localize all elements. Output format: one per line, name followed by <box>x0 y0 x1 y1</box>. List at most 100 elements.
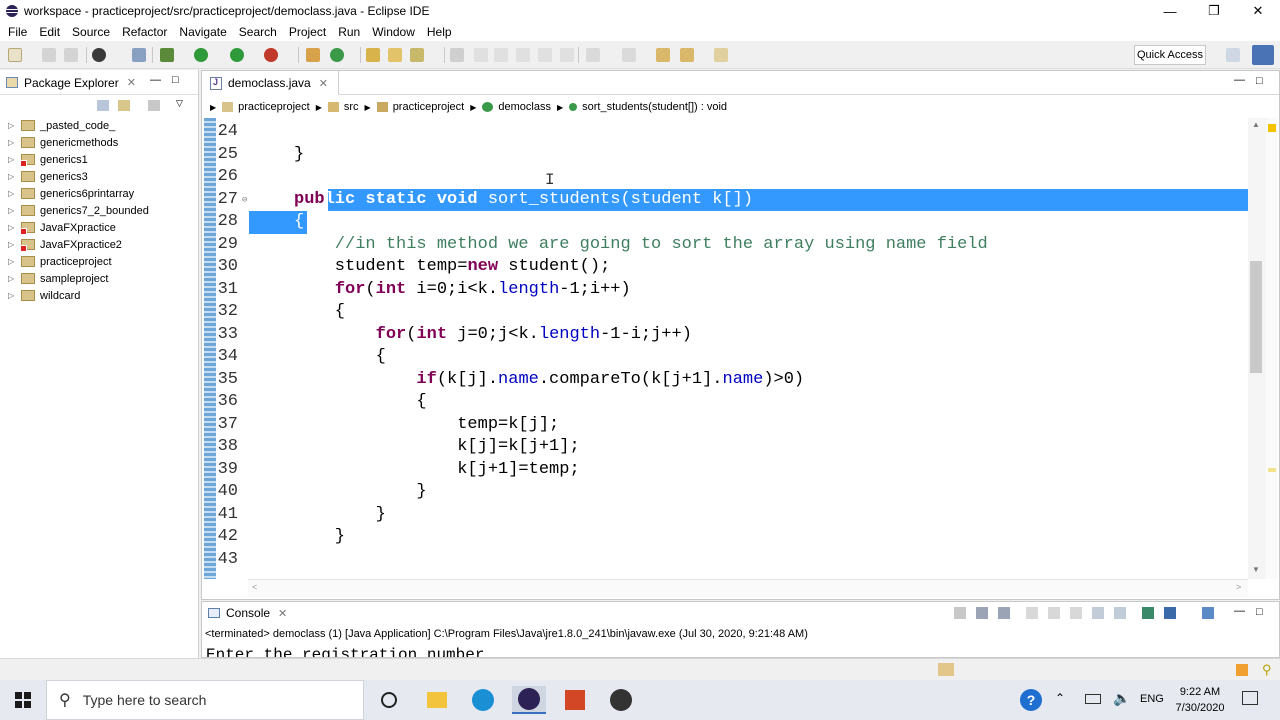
taskbar-search[interactable]: ⚲ Type here to search <box>46 680 364 720</box>
menu-file[interactable]: File <box>2 25 33 39</box>
focus-task-icon[interactable] <box>148 100 160 111</box>
tree-item[interactable]: ▷ genericmethods <box>8 134 118 151</box>
expand-arrow-icon[interactable]: ▷ <box>8 274 16 283</box>
menu-source[interactable]: Source <box>66 25 116 39</box>
remove-launch-icon[interactable] <box>976 607 988 619</box>
breadcrumb-item[interactable]: practiceproject <box>222 101 310 113</box>
remove-all-icon[interactable] <box>998 607 1010 619</box>
search-icon[interactable] <box>410 48 424 62</box>
tree-item[interactable]: ▷ practiceproject <box>8 253 112 270</box>
edge-button[interactable] <box>466 686 500 714</box>
editor-tab-democlass[interactable]: democlass.java ✕ <box>202 71 339 95</box>
expand-arrow-icon[interactable]: ▷ <box>8 223 16 232</box>
open-type-icon[interactable] <box>366 48 380 62</box>
block-selection-icon[interactable] <box>538 48 552 62</box>
language-indicator[interactable]: ENG <box>1140 693 1164 705</box>
save-all-icon[interactable] <box>64 48 78 62</box>
collapse-all-icon[interactable] <box>97 100 109 111</box>
horizontal-scrollbar[interactable]: < > <box>248 579 1248 597</box>
pilcrow-icon[interactable] <box>560 48 574 62</box>
open-perspective-icon[interactable] <box>1226 48 1240 62</box>
save-icon[interactable] <box>42 48 56 62</box>
clock[interactable]: 9:22 AM 7/30/2020 <box>1168 684 1232 716</box>
eclipse-taskbar-button[interactable] <box>512 686 546 714</box>
back-icon[interactable] <box>680 48 694 62</box>
tree-item[interactable]: ▷ sampleproject <box>8 270 108 287</box>
menu-search[interactable]: Search <box>233 25 283 39</box>
minimize-editor-icon[interactable]: — <box>1234 74 1245 86</box>
help-icon[interactable]: ? <box>1020 689 1042 711</box>
obs-button[interactable] <box>604 686 638 714</box>
java-perspective-icon[interactable] <box>1252 45 1274 65</box>
skip-breakpoints-icon[interactable] <box>132 48 146 62</box>
new-class-icon[interactable] <box>330 48 344 62</box>
maximize-console-icon[interactable]: □ <box>1256 606 1263 618</box>
menu-edit[interactable]: Edit <box>33 25 66 39</box>
breadcrumb-item[interactable]: src <box>327 101 359 113</box>
scroll-left-icon[interactable]: < <box>252 582 257 592</box>
expand-arrow-icon[interactable]: ▷ <box>8 206 16 215</box>
network-icon[interactable] <box>1085 694 1101 704</box>
volume-icon[interactable]: 🔈 <box>1113 690 1130 707</box>
notifications-icon[interactable] <box>1242 691 1258 705</box>
close-icon[interactable]: ✕ <box>319 77 328 90</box>
new-icon[interactable] <box>8 48 22 62</box>
expand-arrow-icon[interactable]: ▷ <box>8 172 16 181</box>
code-area[interactable]: 24 25} 26 27 ⊖ public static void sort_stu… <box>216 121 1248 579</box>
warning-marker-icon[interactable] <box>1268 124 1276 132</box>
tree-item[interactable]: ▷ generics1 <box>8 151 88 168</box>
forward-icon[interactable] <box>714 48 728 62</box>
clear-console-icon[interactable] <box>1026 607 1038 619</box>
scroll-right-icon[interactable]: > <box>1236 582 1241 592</box>
expand-arrow-icon[interactable]: ▷ <box>8 240 16 249</box>
prev-annotation-icon[interactable] <box>622 48 636 62</box>
expand-arrow-icon[interactable]: ▷ <box>8 121 16 130</box>
tip-icon[interactable]: ⚲ <box>1262 662 1272 678</box>
view-menu-icon[interactable]: ▽ <box>176 98 183 109</box>
maximize-view-icon[interactable]: □ <box>172 74 179 86</box>
tree-item[interactable]: ▷ generics7_2_bounded <box>8 202 149 219</box>
scroll-lock-icon[interactable] <box>1048 607 1060 619</box>
pin-console-icon[interactable] <box>1142 607 1154 619</box>
close-icon[interactable]: ✕ <box>278 607 287 620</box>
next-annotation-icon[interactable] <box>586 48 600 62</box>
link-with-editor-icon[interactable] <box>118 100 130 111</box>
toggle-block-icon[interactable] <box>494 48 508 62</box>
minimize-view-icon[interactable]: — <box>150 74 161 86</box>
debug-config-icon[interactable] <box>92 48 106 62</box>
tree-item[interactable]: ▷ JavaFXpractice <box>8 219 116 236</box>
run-icon[interactable] <box>194 48 208 62</box>
last-edit-icon[interactable] <box>656 48 670 62</box>
expand-arrow-icon[interactable]: ▷ <box>8 189 16 198</box>
scroll-down-icon[interactable]: ▼ <box>1252 565 1260 574</box>
expand-arrow-icon[interactable]: ▷ <box>8 138 16 147</box>
minimize-button[interactable]: — <box>1148 0 1192 22</box>
fold-minus-icon[interactable]: ⊖ <box>242 189 247 212</box>
progress-icon[interactable] <box>938 663 954 676</box>
menu-window[interactable]: Window <box>366 25 421 39</box>
powerpoint-button[interactable] <box>558 686 592 714</box>
close-icon[interactable]: ✕ <box>127 76 136 89</box>
toggle-mark-icon[interactable] <box>474 48 488 62</box>
quick-access-input[interactable]: Quick Access <box>1134 45 1206 65</box>
open-console-icon[interactable] <box>1202 607 1214 619</box>
new-java-project-icon[interactable] <box>306 48 320 62</box>
package-explorer-tab[interactable]: Package Explorer ✕ <box>0 70 136 95</box>
expand-arrow-icon[interactable]: ▷ <box>8 155 16 164</box>
show-whitespace-icon[interactable] <box>516 48 530 62</box>
feed-icon[interactable] <box>1236 664 1248 676</box>
external-tools-icon[interactable] <box>264 48 278 62</box>
show-stdout-icon[interactable] <box>1092 607 1104 619</box>
menu-project[interactable]: Project <box>283 25 332 39</box>
open-task-icon[interactable] <box>388 48 402 62</box>
menu-refactor[interactable]: Refactor <box>116 25 173 39</box>
occurrence-marker-icon[interactable] <box>1268 468 1276 472</box>
menu-help[interactable]: Help <box>421 25 458 39</box>
breadcrumb-item[interactable]: sort_students(student[]) : void <box>569 101 727 113</box>
tree-item[interactable]: ▷ JavaFXpractice2 <box>8 236 122 253</box>
minimize-console-icon[interactable]: — <box>1234 605 1245 617</box>
file-explorer-button[interactable] <box>420 686 454 714</box>
menu-run[interactable]: Run <box>332 25 366 39</box>
word-wrap-icon[interactable] <box>1070 607 1082 619</box>
scroll-up-icon[interactable]: ▲ <box>1252 120 1260 129</box>
